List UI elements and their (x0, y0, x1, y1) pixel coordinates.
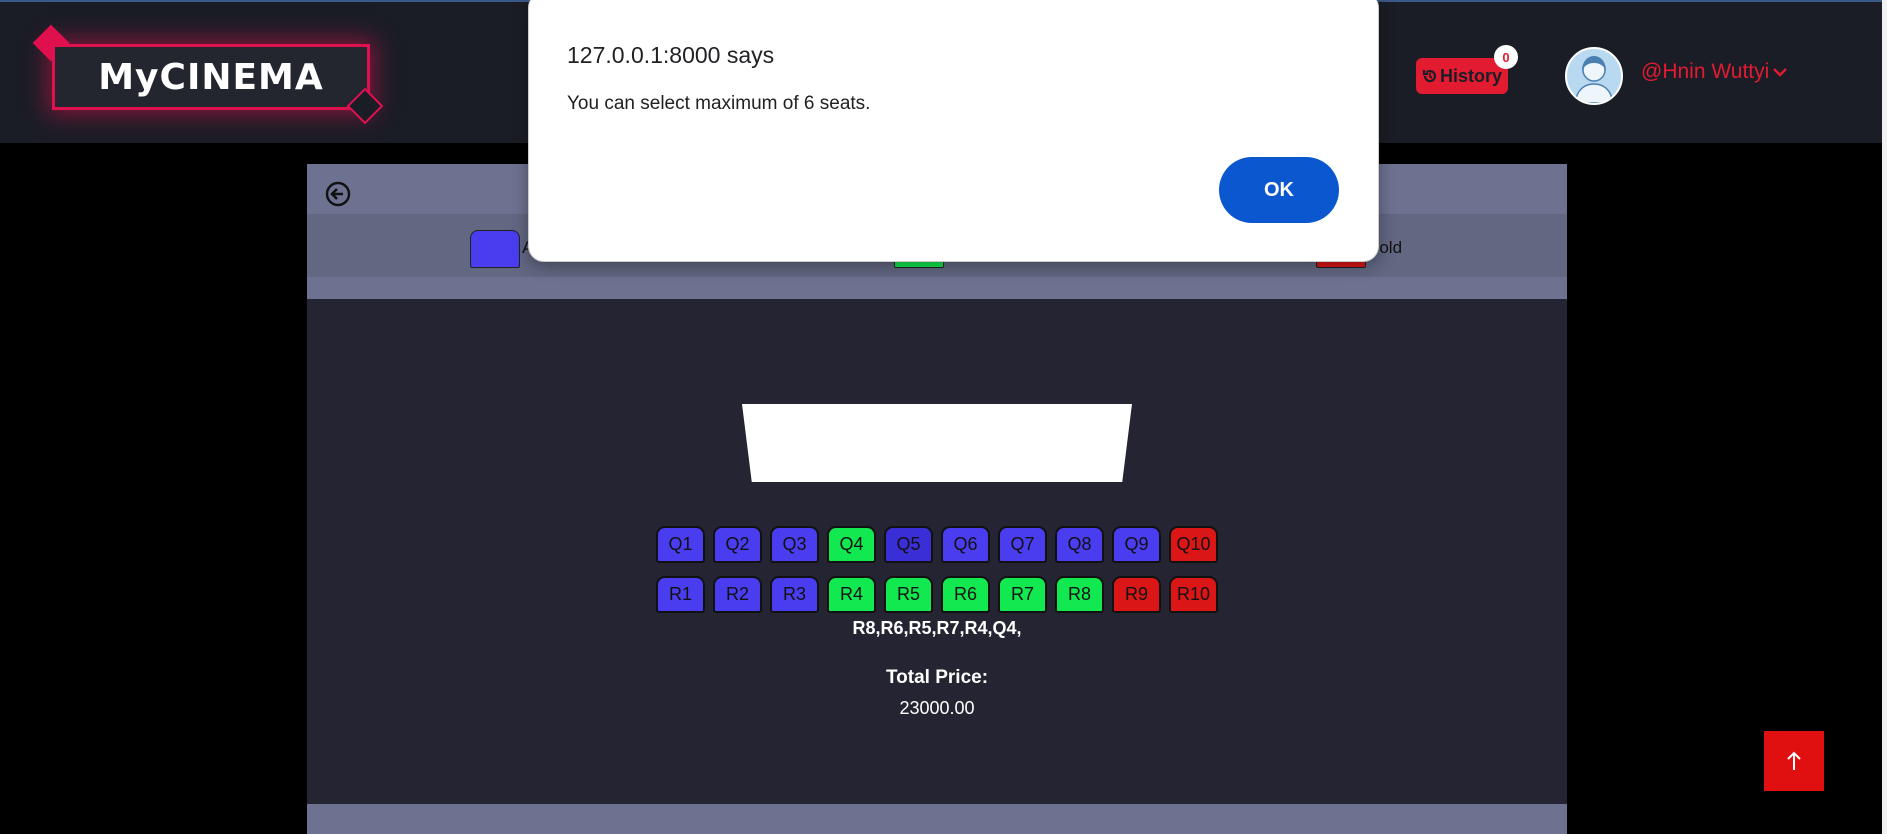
logo-text: MyCINEMA (98, 56, 324, 98)
ok-button[interactable]: OK (1219, 157, 1339, 223)
avatar[interactable] (1565, 47, 1623, 105)
alert-dialog: 127.0.0.1:8000 says You can select maxim… (528, 0, 1379, 262)
seat-row-q: Q1 Q2 Q3 Q4 Q5 Q6 Q7 Q8 Q9 Q10 (656, 526, 1218, 563)
username[interactable]: @Hnin Wuttyi (1641, 60, 1769, 84)
total-price-value: 23000.00 (899, 698, 975, 718)
arrow-up-icon (1787, 751, 1801, 770)
scroll-to-top-button[interactable] (1764, 731, 1824, 791)
history-button[interactable]: History (1416, 58, 1508, 94)
logo[interactable]: MyCINEMA (52, 44, 370, 110)
history-label: History (1439, 65, 1502, 86)
seat-row-r: R1 R2 R3 R4 R5 R6 R7 R8 R9 R10 (656, 576, 1218, 613)
seat-r3[interactable]: R3 (770, 576, 819, 613)
panel-footer (307, 804, 1567, 834)
cinema-screen (742, 404, 1132, 482)
seat-r10[interactable]: R10 (1169, 576, 1218, 613)
seat-r4[interactable]: R4 (827, 576, 876, 613)
seat-r2[interactable]: R2 (713, 576, 762, 613)
scrollbar[interactable] (1882, 0, 1887, 834)
seat-q9[interactable]: Q9 (1112, 526, 1161, 563)
seat-r5[interactable]: R5 (884, 576, 933, 613)
seat-r1[interactable]: R1 (656, 576, 705, 613)
total-price-label: Total Price: (885, 667, 989, 688)
seat-selection-panel: A Sold Q1Q2Q3Q4Q5Q6Q7Q8Q9Q10 R1R2R3R4R5R… (307, 164, 1567, 834)
legend-available-swatch (470, 230, 520, 268)
history-count-badge: 0 (1494, 45, 1518, 69)
seat-r8[interactable]: R8 (1055, 576, 1104, 613)
seat-q2[interactable]: Q2 (713, 526, 762, 563)
back-arrow-icon[interactable] (325, 181, 351, 207)
chevron-down-icon[interactable] (1772, 66, 1788, 78)
seat-q8[interactable]: Q8 (1055, 526, 1104, 563)
seat-r6[interactable]: R6 (941, 576, 990, 613)
seat-r9[interactable]: R9 (1112, 576, 1161, 613)
seat-q10[interactable]: Q10 (1169, 526, 1218, 563)
seat-q5[interactable]: Q5 (884, 526, 933, 563)
selected-seats-list: R8,R6,R5,R7,R4,Q4, (852, 618, 1022, 638)
dialog-message: You can select maximum of 6 seats. (567, 93, 871, 114)
seat-q4[interactable]: Q4 (827, 526, 876, 563)
seat-q6[interactable]: Q6 (941, 526, 990, 563)
seat-q3[interactable]: Q3 (770, 526, 819, 563)
user-avatar-icon (1574, 56, 1614, 103)
history-icon (1422, 69, 1437, 83)
dialog-title: 127.0.0.1:8000 says (567, 42, 775, 68)
seat-q7[interactable]: Q7 (998, 526, 1047, 563)
seat-q1[interactable]: Q1 (656, 526, 705, 563)
seat-r7[interactable]: R7 (998, 576, 1047, 613)
legend-divider (307, 277, 1567, 299)
